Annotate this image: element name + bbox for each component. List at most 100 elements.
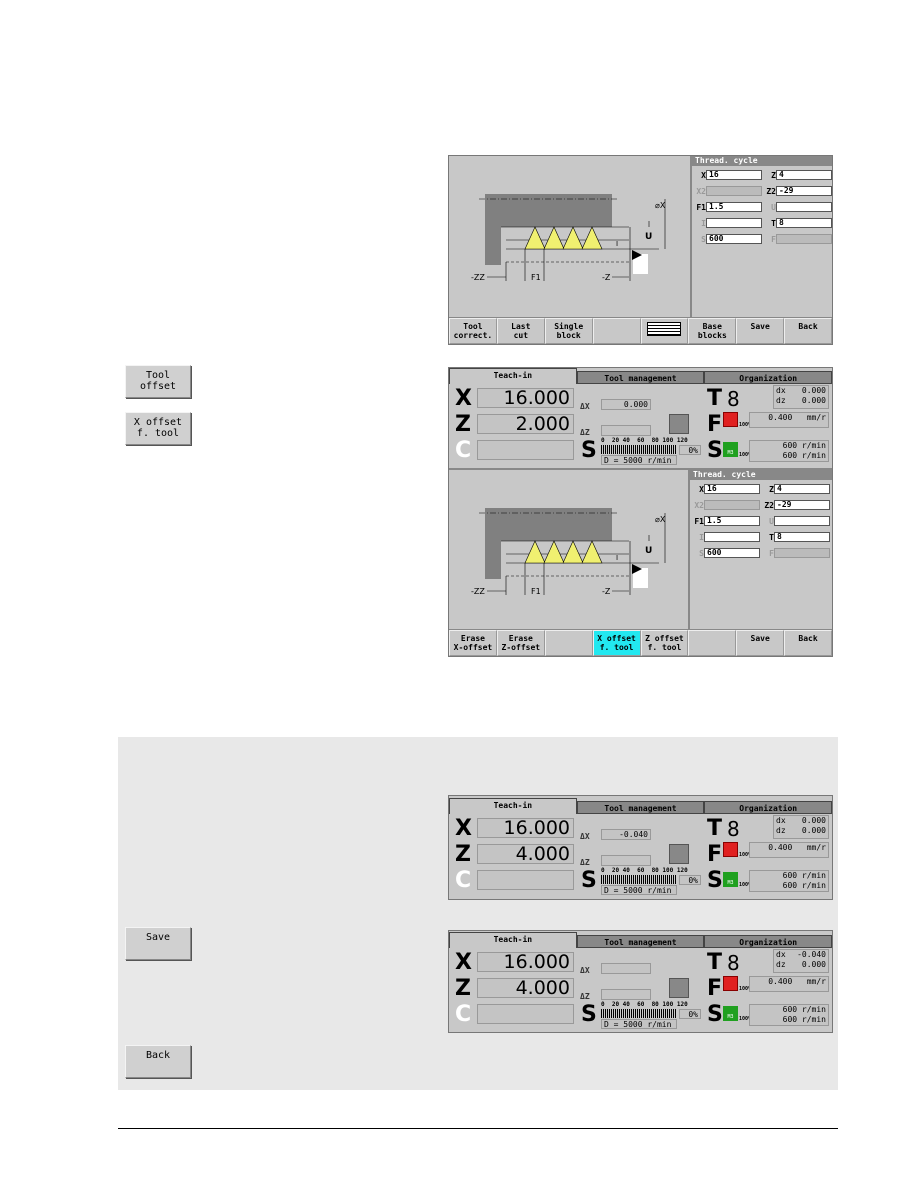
svg-text:F1: F1 (531, 587, 541, 596)
tool-position-icon (669, 844, 689, 864)
spindle-direction-icon: M3 (723, 872, 738, 887)
field-input-s[interactable]: 600 (704, 548, 760, 558)
softkey-graphics[interactable] (640, 318, 689, 344)
tool-offsets: dx 0.000 dz 0.000 (773, 815, 829, 839)
status-area: Teach-in Tool management Organization X 16.… (449, 368, 833, 468)
softkey-7[interactable]: Back (784, 630, 832, 656)
feed-rate: 0.400 (768, 977, 793, 986)
tab-2[interactable]: Organization (704, 935, 833, 948)
field-label: X2 (694, 500, 704, 510)
x-position: 16.000 (477, 952, 574, 972)
softkey-1[interactable]: Last cut (496, 318, 545, 344)
thread-diagram: ⌀X U I -ZZ F1 -Z (471, 194, 666, 282)
spindle-load-bar (601, 875, 677, 884)
z-position: 4.000 (477, 844, 574, 864)
field-x: X 16 (694, 170, 762, 180)
status-screen-after-save: Teach-in Tool management Organization X 16.… (448, 930, 833, 1033)
spindle2-label: S (707, 868, 723, 893)
feed-label: F (707, 976, 723, 1001)
field-label: I (699, 532, 704, 542)
field-input-f1[interactable]: 1.5 (706, 202, 762, 212)
softkey-5[interactable]: Base blocks (688, 318, 737, 344)
field-input-u[interactable] (776, 202, 832, 212)
softkey-3[interactable]: X offset f. tool (592, 630, 641, 656)
delta-x-field: 0.000 (601, 399, 651, 410)
feed-value: 0.400 mm/r (749, 976, 829, 992)
field-input-z[interactable]: 4 (774, 484, 830, 494)
axis-z-label: Z (455, 412, 471, 437)
x-position: 16.000 (477, 818, 574, 838)
tab-0[interactable]: Teach-in (449, 368, 577, 384)
x-offset-tool-button[interactable]: X offset f. tool (125, 412, 191, 445)
tab-1[interactable]: Tool management (576, 935, 705, 948)
tab-2[interactable]: Organization (704, 371, 833, 384)
spindle-load: 0% (679, 1009, 701, 1019)
tab-1[interactable]: Tool management (576, 371, 705, 384)
field-label: T (771, 218, 776, 228)
form-title: Thread. cycle (692, 156, 832, 166)
tab-0[interactable]: Teach-in (449, 932, 577, 948)
thread-tooth (562, 540, 584, 564)
delta-z-field (601, 989, 651, 1000)
field-label: F1 (696, 202, 706, 212)
tool-label: T (707, 816, 723, 841)
feed-override-icon (723, 976, 738, 991)
field-label: Z (769, 484, 774, 494)
softkey-6[interactable]: Save (736, 318, 785, 344)
tab-2[interactable]: Organization (704, 801, 833, 814)
field-input-f (774, 548, 830, 558)
tab-0[interactable]: Teach-in (449, 798, 577, 814)
spindle-scale: 0 20 40 60 80 100 120 (601, 867, 688, 874)
field-input-z[interactable]: 4 (776, 170, 832, 180)
field-input-x[interactable]: 16 (706, 170, 762, 180)
spindle-actual: 600 (782, 881, 798, 890)
delta-x-field (601, 963, 651, 974)
tool-offset-button[interactable]: Tool offset (125, 365, 191, 398)
spindle-set: 600 (782, 871, 798, 880)
softkey-1[interactable]: Erase Z-offset (496, 630, 545, 656)
field-input-s[interactable]: 600 (706, 234, 762, 244)
feed-rate: 0.400 (768, 843, 793, 852)
tool-number: 8 (727, 951, 740, 975)
softkey-7[interactable]: Back (784, 318, 832, 344)
axis-c-label: C (455, 868, 472, 893)
feed-override-icon (723, 842, 738, 857)
softkey-0[interactable]: Tool correct. (449, 318, 497, 344)
softkey-4[interactable]: Z offset f. tool (640, 630, 689, 656)
field-label: S (701, 234, 706, 244)
field-input-t[interactable]: 8 (774, 532, 830, 542)
field-input-x2 (706, 186, 762, 196)
field-input-x[interactable]: 16 (704, 484, 760, 494)
tab-1[interactable]: Tool management (576, 801, 705, 814)
field-z: Z4 (764, 170, 832, 180)
field-input-i[interactable] (706, 218, 762, 228)
tool-position-icon (669, 414, 689, 434)
tool-dz: 0.000 (801, 396, 826, 405)
field-label: Z (771, 170, 776, 180)
speed-unit: r/min (801, 441, 826, 450)
field-input-z2[interactable]: -29 (774, 500, 830, 510)
save-button[interactable]: Save (125, 927, 191, 960)
field-f: F (762, 548, 830, 558)
tool-label: T (707, 386, 723, 411)
softkey-2[interactable]: Single block (544, 318, 593, 344)
svg-text:-ZZ: -ZZ (471, 273, 485, 282)
softkey-6[interactable]: Save (736, 630, 785, 656)
softkey-0[interactable]: Erase X-offset (449, 630, 497, 656)
field-input-t[interactable]: 8 (776, 218, 832, 228)
field-input-i[interactable] (704, 532, 760, 542)
svg-text:-ZZ: -ZZ (471, 587, 485, 596)
field-s: S 600 (692, 548, 760, 558)
status-area: Teach-in Tool management Organization X 16.… (449, 932, 833, 1032)
layers-icon (647, 322, 682, 336)
field-input-z2[interactable]: -29 (776, 186, 832, 196)
field-input-f1[interactable]: 1.5 (704, 516, 760, 526)
footer-rule (118, 1128, 838, 1129)
feed-unit: mm/r (806, 843, 826, 852)
back-button[interactable]: Back (125, 1045, 191, 1078)
field-f1: F1 1.5 (692, 516, 760, 526)
field-input-u[interactable] (774, 516, 830, 526)
axis-x-label: X (455, 950, 472, 975)
field-z: Z4 (762, 484, 830, 494)
x-position: 16.000 (477, 388, 574, 408)
